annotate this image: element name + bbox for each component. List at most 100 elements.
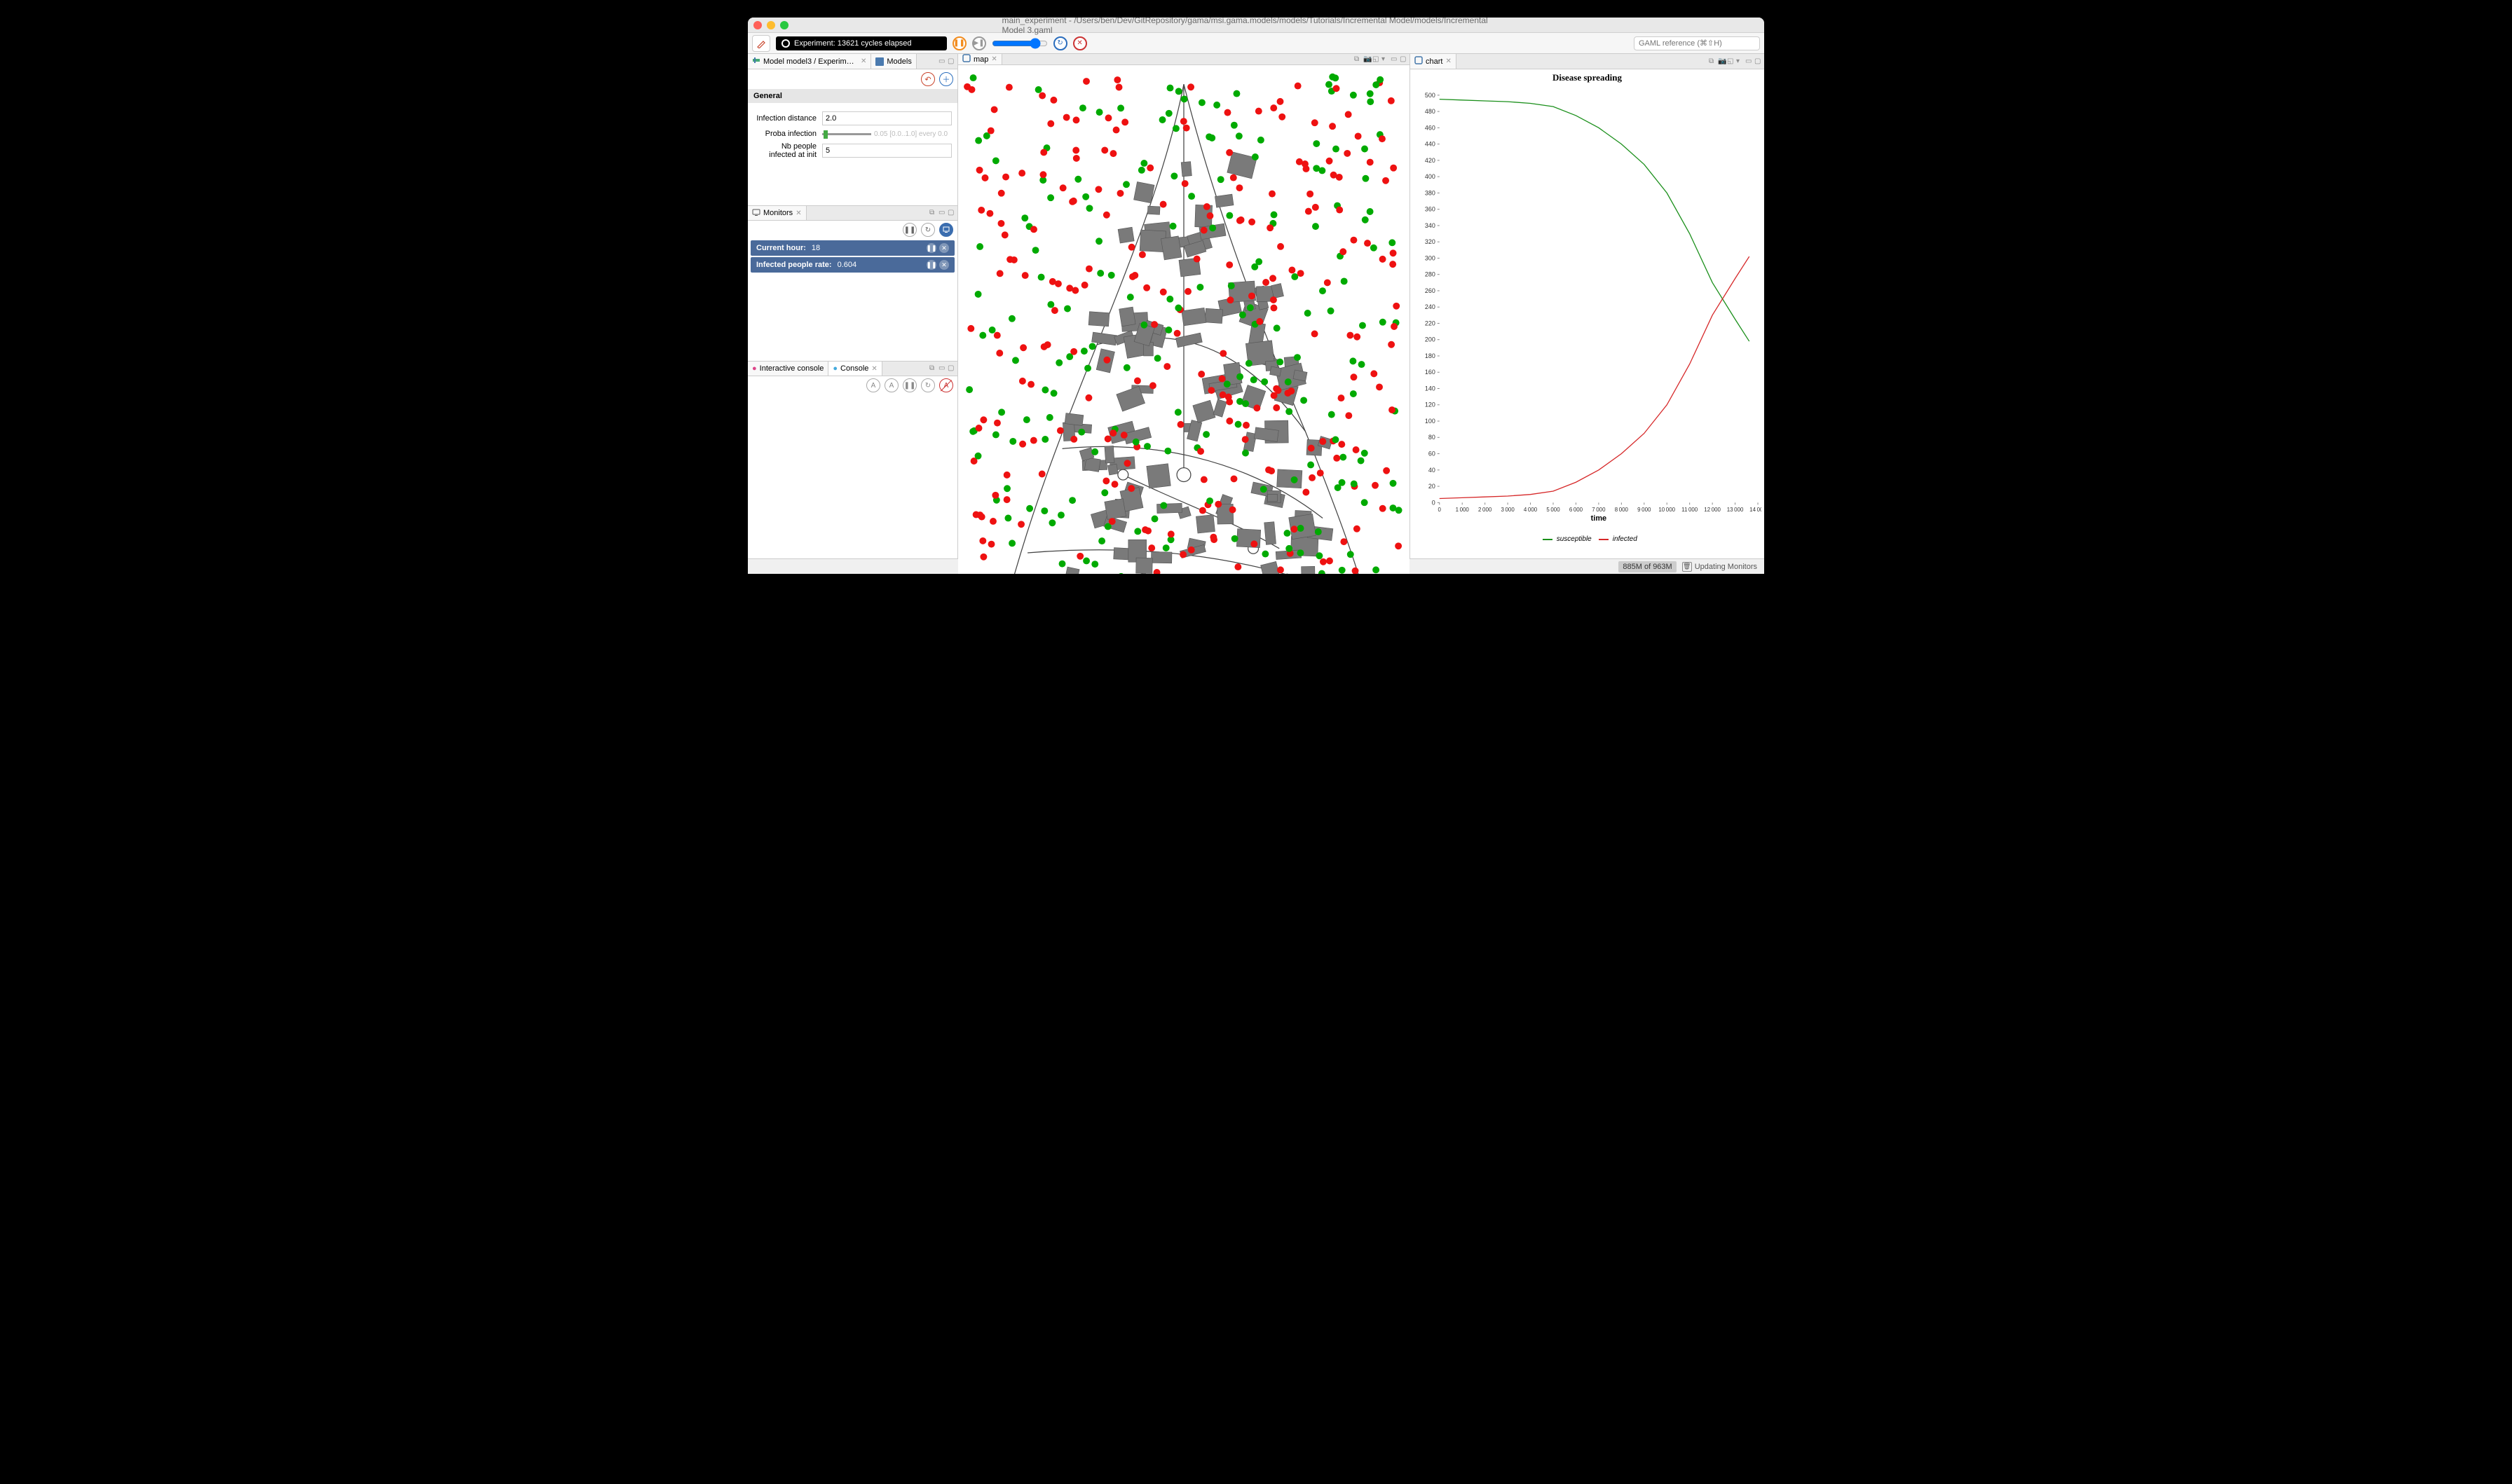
tab-console-label: Console [840,364,868,373]
monitor-pause-button[interactable]: ❚❚ [903,223,917,237]
close-map-icon[interactable]: ✕ [991,55,997,63]
close-monitors-icon[interactable]: ✕ [796,209,801,217]
tab-models-label: Models [887,57,911,66]
chart-canvas[interactable]: 0204060801001201401601802002202402602803… [1413,83,1761,532]
zoom-window-icon[interactable] [780,21,789,29]
chart-camera-icon[interactable]: 📷 [1718,58,1725,65]
tab-monitors-label: Monitors [763,209,793,217]
experiment-status-label: Experiment: 13621 cycles elapsed [794,39,912,48]
experiment-status-pill[interactable]: Experiment: 13621 cycles elapsed [776,36,947,50]
map-camera-icon[interactable]: 📷 [1363,56,1370,63]
tab-map[interactable]: map ✕ [958,54,1002,64]
svg-text:300: 300 [1425,254,1435,261]
monitor-close-icon[interactable]: ✕ [939,260,949,270]
close-console-icon[interactable]: ✕ [871,365,877,373]
maximize-pane-icon[interactable]: ▢ [948,58,955,65]
chart-legend: susceptible infected [1413,535,1761,543]
chart-sync-icon[interactable]: ⧉ [1709,58,1716,65]
minimize-chart-icon[interactable]: ▭ [1745,58,1752,65]
experiment-tabbar: Model model3 / Experiment main_expe... ✕… [748,54,957,69]
pause-button[interactable]: ❚❚ [953,36,967,50]
svg-text:9 000: 9 000 [1637,507,1651,513]
monitor-row-infected-rate[interactable]: Infected people rate: 0.604 ❚❚ ✕ [751,257,955,273]
chart-menu-icon[interactable]: ▾ [1736,58,1743,65]
svg-text:440: 440 [1425,141,1435,148]
console-tabbar: ● Interactive console ● Console ✕ ⧉ ▭ ▢ [748,361,957,376]
monitor-inspect-button[interactable] [939,223,953,237]
minimize-map-icon[interactable]: ▭ [1391,56,1398,63]
close-chart-icon[interactable]: ✕ [1445,57,1451,65]
map-view[interactable] [958,65,1409,574]
map-overlay-icon[interactable]: ◱ [1372,56,1379,63]
map-canvas[interactable] [958,65,1409,574]
revert-button[interactable]: ↶ [921,72,935,86]
minimize-monitors-icon[interactable]: ▭ [938,209,946,217]
tab-interactive-console[interactable]: ● Interactive console [748,362,828,376]
svg-text:12 000: 12 000 [1704,507,1721,513]
minimize-pane-icon[interactable]: ▭ [938,58,946,65]
console-font-dec-button[interactable]: A [866,378,880,392]
edit-tool-button[interactable] [752,35,770,52]
svg-text:200: 200 [1425,336,1435,343]
speed-slider[interactable] [992,38,1048,49]
svg-text:13 000: 13 000 [1727,507,1744,513]
tab-chart[interactable]: chart ✕ [1410,54,1456,69]
proba-infection-label: Proba infection [753,130,817,138]
legend-swatch-infected [1599,539,1609,540]
svg-text:60: 60 [1428,451,1435,458]
search-input[interactable] [1634,36,1760,50]
step-button[interactable]: ▶❚ [972,36,986,50]
reload-button[interactable]: ↻ [1053,36,1067,50]
close-window-icon[interactable] [753,21,762,29]
monitor-pause-icon[interactable]: ❚❚ [927,260,936,270]
tab-experiment[interactable]: Model model3 / Experiment main_expe... ✕ [748,54,871,69]
svg-text:340: 340 [1425,222,1435,229]
maximize-map-icon[interactable]: ▢ [1400,56,1407,63]
stop-button[interactable]: ✕ [1073,36,1087,50]
infection-distance-input[interactable] [822,111,952,125]
monitors-panel: ❚❚ ↻ Current hour: 18 ❚❚ ✕ Infected peop… [748,221,957,361]
tab-monitors[interactable]: Monitors ✕ [748,206,807,220]
console-font-inc-button[interactable]: A [885,378,899,392]
close-tab-icon[interactable]: ✕ [861,57,866,65]
map-menu-icon[interactable]: ▾ [1381,56,1388,63]
maximize-console-icon[interactable]: ▢ [948,365,955,372]
memory-indicator[interactable]: 885M of 963M [1618,561,1676,572]
svg-text:1 000: 1 000 [1456,507,1470,513]
svg-text:240: 240 [1425,303,1435,310]
monitor-pause-icon[interactable]: ❚❚ [927,243,936,253]
tab-experiment-label: Model model3 / Experiment main_expe... [763,57,858,66]
svg-text:40: 40 [1428,467,1435,474]
console-link-icon[interactable]: ⧉ [929,365,936,372]
tab-console[interactable]: ● Console ✕ [828,362,882,376]
chart-view[interactable]: Disease spreading 0204060801001201401601… [1410,69,1764,558]
chat-icon: ● [833,364,838,373]
proba-infection-slider[interactable]: 0.05 [0.0..1.0] every 0.0 [822,130,952,138]
svg-text:0: 0 [1432,499,1435,506]
legend-label-susceptible: susceptible [1557,535,1592,543]
console-clear-button[interactable]: A [939,378,953,392]
folder-icon [875,57,884,66]
window-title: main_experiment - /Users/ben/Dev/GitRepo… [1002,18,1510,35]
svg-text:100: 100 [1425,418,1435,425]
console-refresh-button[interactable]: ↻ [921,378,935,392]
trash-icon[interactable]: 🗑 [1682,562,1692,572]
chart-overlay-icon[interactable]: ◱ [1727,58,1734,65]
monitor-row-current-hour[interactable]: Current hour: 18 ❚❚ ✕ [751,240,955,256]
monitors-link-icon[interactable]: ⧉ [929,209,936,217]
tab-models[interactable]: Models [871,54,916,69]
minimize-console-icon[interactable]: ▭ [938,365,946,372]
maximize-monitors-icon[interactable]: ▢ [948,209,955,217]
console-pause-button[interactable]: ❚❚ [903,378,917,392]
tab-chart-label: chart [1426,57,1442,66]
maximize-chart-icon[interactable]: ▢ [1754,58,1761,65]
minimize-window-icon[interactable] [767,21,775,29]
monitor-refresh-button[interactable]: ↻ [921,223,935,237]
monitor-close-icon[interactable]: ✕ [939,243,949,253]
map-sync-icon[interactable]: ⧉ [1354,56,1361,63]
svg-text:8 000: 8 000 [1615,507,1629,513]
legend-swatch-susceptible [1543,539,1552,540]
add-param-button[interactable]: ＋ [939,72,953,86]
params-panel: Infection distance Proba infection 0.05 … [748,103,957,177]
nb-infected-input[interactable] [822,144,952,158]
